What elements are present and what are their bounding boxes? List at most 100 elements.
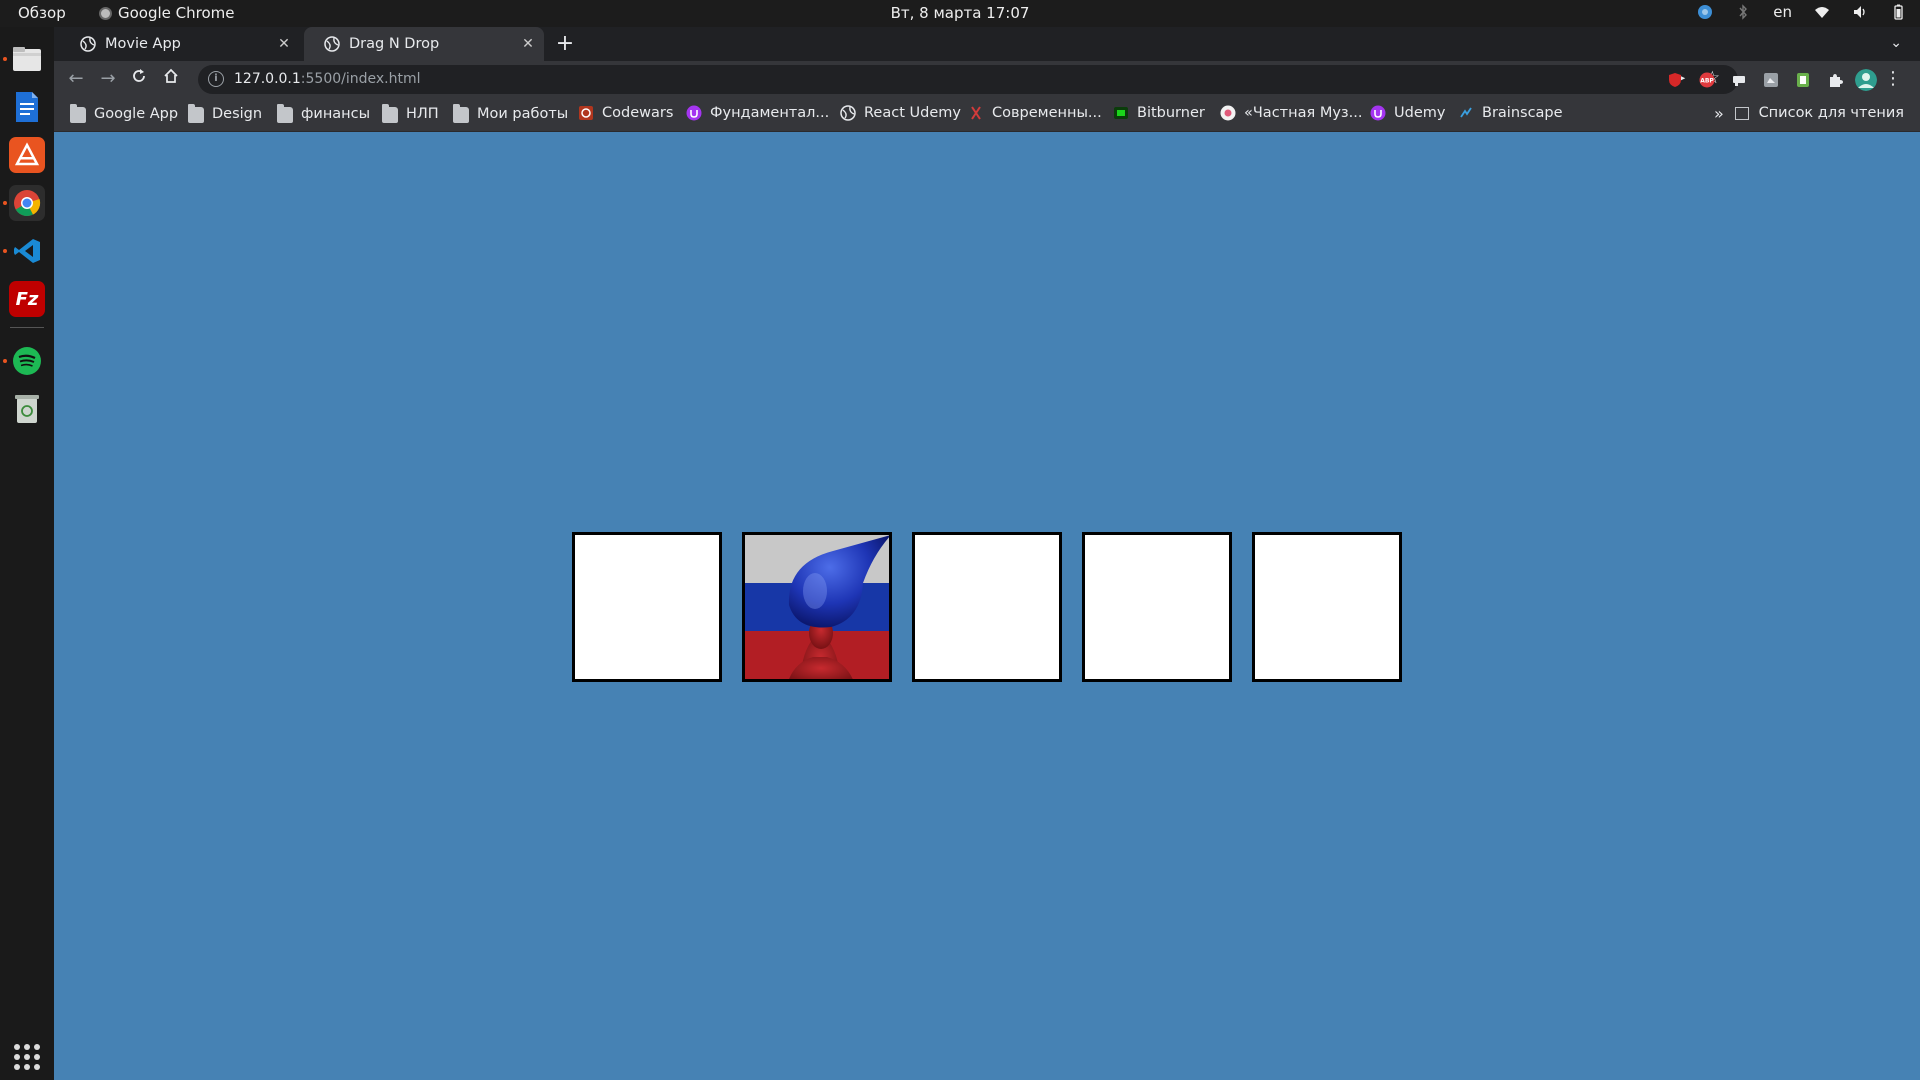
network-status-icon[interactable] (1697, 4, 1713, 20)
bookmark-label: Brainscape (1482, 105, 1563, 121)
bookmark-fundamentals[interactable]: Фундаментал... (686, 105, 829, 121)
bookmark-bitburner[interactable]: Bitburner (1113, 105, 1205, 121)
ublock-extension-icon[interactable] (1667, 72, 1683, 88)
globe-icon (324, 36, 340, 52)
chrome-app-icon[interactable] (9, 185, 45, 221)
close-tab-icon[interactable]: ✕ (276, 36, 292, 52)
running-indicator (3, 201, 7, 205)
screenshot-extension-icon[interactable] (1763, 72, 1779, 88)
bookmark-udemy[interactable]: Udemy (1370, 105, 1445, 121)
bookmark-label: React Udemy (864, 105, 961, 121)
address-bar[interactable]: i 127.0.0.1:5500/index.html ➤ ☆ (198, 65, 1738, 94)
writer-app-icon[interactable] (9, 89, 45, 125)
reload-button[interactable] (128, 68, 150, 90)
dock: Fz (0, 27, 54, 1080)
extensions-puzzle-icon[interactable] (1827, 72, 1843, 88)
bookmark-codewars[interactable]: Codewars (578, 105, 673, 121)
bookmark-nlp[interactable]: НЛП (382, 104, 439, 123)
bookmark-label: Современны... (992, 105, 1102, 121)
bookmark-music-school[interactable]: «Частная Муз... (1220, 105, 1362, 121)
folder-icon (70, 104, 86, 123)
filezilla-app-icon[interactable]: Fz (9, 281, 45, 317)
reload-icon (133, 69, 145, 82)
drop-zone-4[interactable] (1082, 532, 1232, 682)
tab-search-chevron-icon[interactable]: ⌄ (1890, 35, 1902, 51)
folder-icon (382, 104, 398, 123)
trash-icon[interactable] (9, 391, 45, 427)
bookmark-google-app[interactable]: Google App (70, 104, 179, 123)
bookmark-label: Design (212, 106, 263, 122)
folder-icon (188, 104, 204, 123)
bookmark-label: Bitburner (1137, 105, 1205, 121)
wifi-icon[interactable] (1814, 4, 1830, 20)
running-indicator (3, 57, 7, 61)
battery-icon[interactable] (1890, 4, 1906, 20)
drop-zone-2[interactable] (742, 532, 892, 682)
tab-drag-n-drop[interactable]: Drag N Drop ✕ (304, 27, 544, 61)
url-path: :5500/index.html (300, 71, 421, 87)
more-bookmarks-button[interactable]: » (1714, 104, 1724, 123)
software-center-icon[interactable] (9, 137, 45, 173)
reading-list-icon (1734, 106, 1749, 120)
bookmark-label: НЛП (406, 106, 439, 122)
bookmark-label: Фундаментал... (710, 105, 830, 121)
forward-button[interactable]: → (97, 68, 119, 90)
bookmark-label: Мои работы (477, 106, 569, 122)
dock-separator (10, 327, 44, 328)
folder-icon (453, 104, 469, 123)
site-info-icon[interactable]: i (208, 71, 224, 87)
bookmark-finance[interactable]: финансы (277, 104, 370, 123)
js-tutorial-icon (971, 106, 981, 120)
tab-title: Movie App (105, 36, 181, 52)
profile-avatar[interactable] (1855, 69, 1877, 91)
globe-icon (840, 105, 856, 121)
spotify-app-icon[interactable] (9, 343, 45, 379)
show-applications-icon[interactable] (14, 1044, 40, 1070)
bluetooth-icon[interactable] (1735, 4, 1751, 20)
vscode-app-icon[interactable] (9, 233, 45, 269)
url-text: 127.0.0.1:5500/index.html (234, 71, 421, 87)
system-tray: en (1697, 3, 1906, 21)
running-indicator (3, 249, 7, 253)
svg-text:ABP: ABP (1700, 78, 1714, 85)
reading-list-button[interactable]: Список для чтения (1734, 105, 1904, 121)
tab-strip: Movie App ✕ Drag N Drop ✕ + ⌄ (54, 27, 1920, 61)
files-app-icon[interactable] (9, 41, 45, 77)
bookmark-label: Google App (94, 106, 179, 122)
close-tab-icon[interactable]: ✕ (520, 36, 536, 52)
folder-icon (277, 104, 293, 123)
browser-toolbar: ← → i 127.0.0.1:5500/index.html ➤ ☆ ABP … (54, 61, 1920, 98)
bitburner-icon (1114, 107, 1128, 119)
app-menu[interactable]: Google Chrome (99, 4, 235, 22)
bookmark-design[interactable]: Design (188, 104, 263, 123)
bookmark-brainscape[interactable]: Brainscape (1458, 105, 1563, 121)
system-top-bar: Обзор Google Chrome Вт, 8 марта 17:07 en (0, 0, 1920, 27)
new-tab-button[interactable]: + (552, 31, 578, 57)
chat-extension-icon[interactable] (1731, 72, 1747, 88)
bookmark-modern-js[interactable]: Современны... (968, 105, 1102, 121)
drop-zone-row (572, 532, 1402, 682)
bookmark-react-udemy[interactable]: React Udemy (840, 105, 961, 121)
bookmark-label: Codewars (602, 105, 674, 121)
page-viewport (54, 132, 1920, 1080)
bookmarks-bar: Google App Design финансы НЛП Мои работы… (54, 98, 1920, 132)
figure-artwork (788, 535, 889, 679)
activities-button[interactable]: Обзор (18, 4, 66, 22)
bookmark-my-works[interactable]: Мои работы (453, 104, 569, 123)
url-host: 127.0.0.1 (234, 71, 301, 87)
draggable-image[interactable] (745, 535, 889, 679)
keyboard-layout-indicator[interactable]: en (1773, 3, 1792, 21)
bookmark-label: Udemy (1394, 105, 1446, 121)
clipboard-extension-icon[interactable] (1795, 72, 1811, 88)
clock[interactable]: Вт, 8 марта 17:07 (891, 4, 1030, 22)
chrome-menu-icon[interactable]: ⋮ (1884, 68, 1902, 89)
drop-zone-5[interactable] (1252, 532, 1402, 682)
drop-zone-1[interactable] (572, 532, 722, 682)
drop-zone-3[interactable] (912, 532, 1062, 682)
chrome-icon (99, 6, 112, 20)
tab-movie-app[interactable]: Movie App ✕ (60, 27, 300, 61)
volume-icon[interactable] (1852, 4, 1868, 20)
back-button[interactable]: ← (65, 68, 87, 90)
adblock-extension-icon[interactable]: ABP (1699, 72, 1715, 88)
home-button[interactable] (160, 68, 182, 90)
